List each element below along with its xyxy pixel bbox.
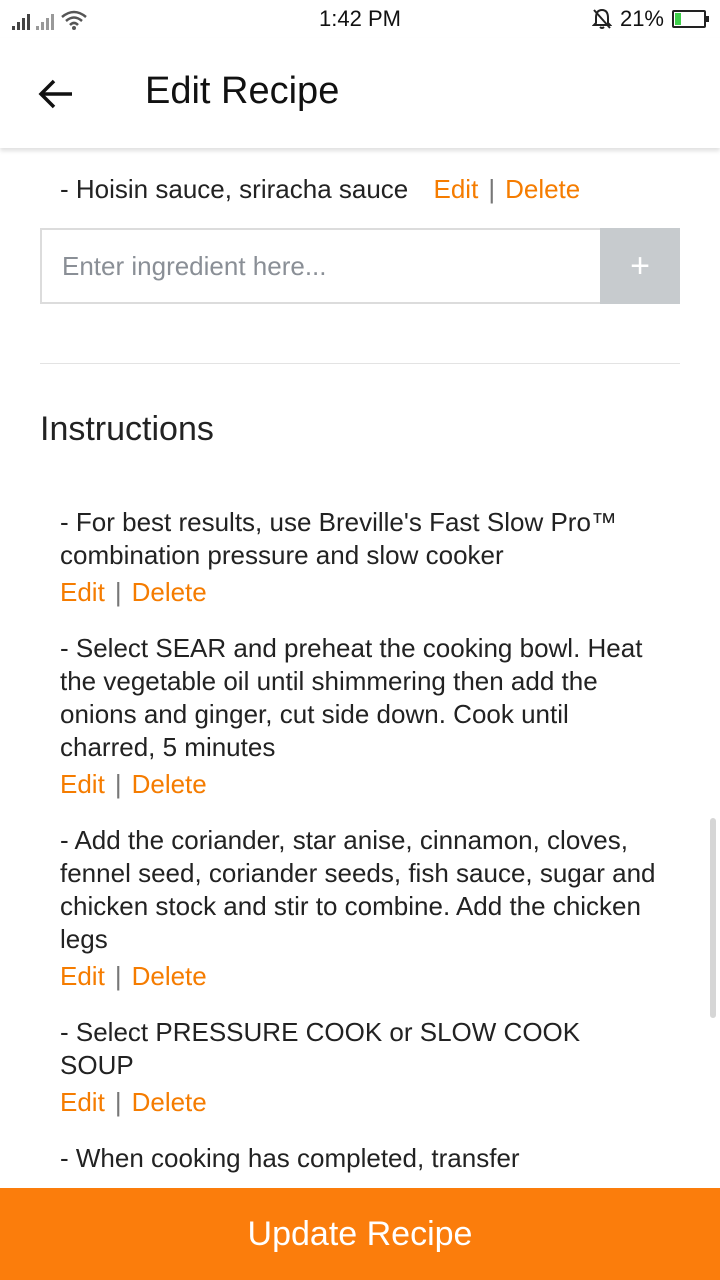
instruction-text: - Select PRESSURE COOK or SLOW COOK SOUP xyxy=(60,1017,581,1080)
update-recipe-button[interactable]: Update Recipe xyxy=(0,1188,720,1280)
recipe-form: - Hoisin sauce, sriracha sauce Edit | Dele… xyxy=(0,148,720,1188)
instruction-item: - For best results, use Breville's Fast … xyxy=(60,506,660,612)
ingredient-text: - Hoisin sauce, sriracha sauce xyxy=(60,174,409,204)
status-bar: 1:42 PM 21% xyxy=(0,0,720,38)
instruction-item: - Select SEAR and preheat the cooking bo… xyxy=(60,632,660,804)
instruction-actions: Edit | Delete xyxy=(60,1082,660,1122)
ingredient-item: - Hoisin sauce, sriracha sauce Edit | Dele… xyxy=(60,174,580,205)
instruction-edit-link[interactable]: Edit xyxy=(60,577,105,607)
instruction-text: - Select SEAR and preheat the cooking bo… xyxy=(60,633,643,762)
instruction-item: - When cooking has completed, transfer xyxy=(60,1142,660,1175)
instruction-edit-link[interactable]: Edit xyxy=(60,1087,105,1117)
status-icons-right: 21% xyxy=(591,6,709,32)
instruction-text: - For best results, use Breville's Fast … xyxy=(60,507,617,570)
instructions-heading: Instructions xyxy=(40,410,214,448)
ingredient-edit-link[interactable]: Edit xyxy=(434,174,479,204)
instruction-delete-link[interactable]: Delete xyxy=(132,769,207,799)
instruction-delete-link[interactable]: Delete xyxy=(132,1087,207,1117)
ingredient-delete-link[interactable]: Delete xyxy=(505,174,580,204)
back-button[interactable] xyxy=(30,68,82,120)
battery-percent: 21% xyxy=(619,6,664,31)
mute-icon xyxy=(591,8,612,29)
instruction-item: - Select PRESSURE COOK or SLOW COOK SOUP… xyxy=(60,1016,660,1122)
app-bar: Edit Recipe xyxy=(0,38,720,148)
scrollbar[interactable] xyxy=(710,818,716,1018)
instructions-list: - For best results, use Breville's Fast … xyxy=(60,506,660,1188)
ingredient-input-group: + xyxy=(40,228,680,304)
link-separator: | xyxy=(114,577,122,607)
instruction-edit-link[interactable]: Edit xyxy=(60,769,105,799)
link-separator: | xyxy=(488,174,496,204)
link-separator: | xyxy=(114,1087,122,1117)
link-separator: | xyxy=(114,961,122,991)
instruction-delete-link[interactable]: Delete xyxy=(132,961,207,991)
instruction-actions: Edit | Delete xyxy=(60,572,660,612)
instruction-delete-link[interactable]: Delete xyxy=(132,577,207,607)
instruction-item: - Add the coriander, star anise, cinnamo… xyxy=(60,824,660,996)
section-divider xyxy=(40,363,680,364)
arrow-left-icon xyxy=(38,79,72,109)
add-ingredient-button[interactable]: + xyxy=(600,228,680,304)
battery-level xyxy=(675,13,681,25)
instruction-text: - When cooking has completed, transfer xyxy=(60,1143,520,1173)
instruction-edit-link[interactable]: Edit xyxy=(60,961,105,991)
ingredient-input[interactable] xyxy=(40,228,600,304)
battery-charging-icon xyxy=(672,10,709,28)
link-separator: | xyxy=(114,769,122,799)
page-title: Edit Recipe xyxy=(145,70,340,112)
instruction-text: - Add the coriander, star anise, cinnamo… xyxy=(60,825,656,954)
instruction-actions: Edit | Delete xyxy=(60,764,660,804)
instruction-actions: Edit | Delete xyxy=(60,956,660,996)
